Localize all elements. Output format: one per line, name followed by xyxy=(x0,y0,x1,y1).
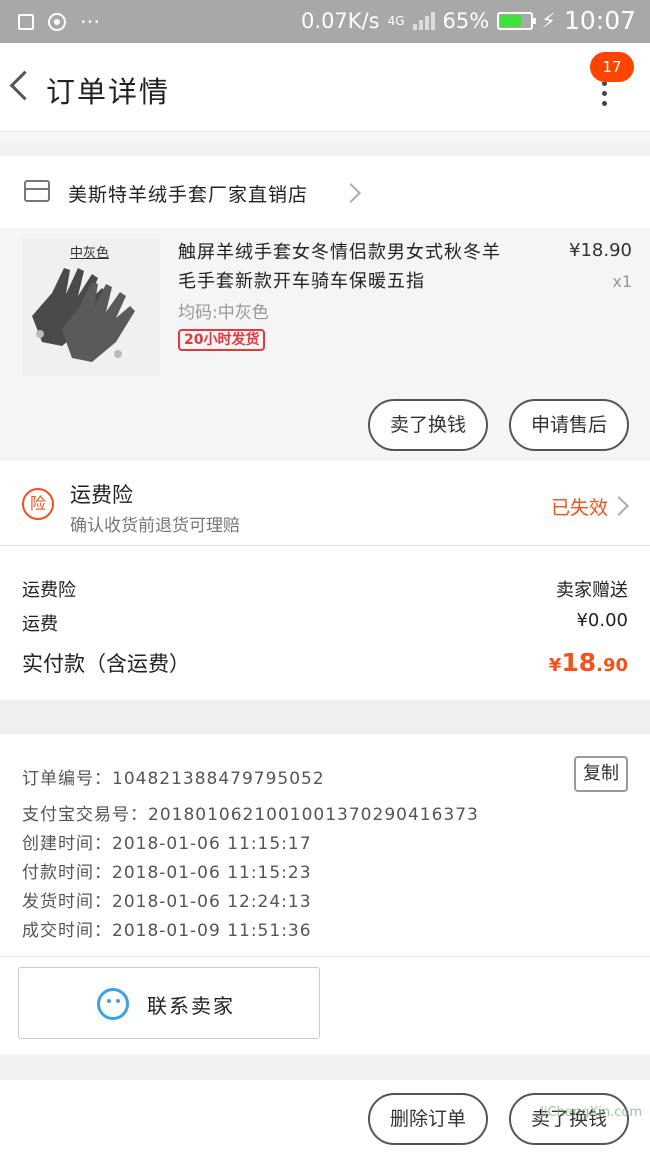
chevron-right-icon xyxy=(609,496,629,516)
contact-seller-label: 联系卖家 xyxy=(147,994,235,1018)
page-title: 订单详情 xyxy=(46,75,171,109)
delete-order-button[interactable]: 删除订单 xyxy=(368,1093,488,1145)
fee-label: 运费 xyxy=(22,614,58,635)
more-notifications-icon: ··· xyxy=(80,10,101,34)
fee-value: 卖家赠送 xyxy=(556,580,628,601)
network-speed: 0.07K/s xyxy=(301,8,380,33)
notification-badge: 17 xyxy=(590,52,634,82)
total-decimal: .90 xyxy=(596,655,628,676)
shop-name: 美斯特羊绒手套厂家直销店 xyxy=(68,184,309,206)
store-icon xyxy=(24,180,50,202)
thumbnail-tag: 中灰色 xyxy=(70,246,110,261)
battery-icon xyxy=(497,11,537,30)
order-info: 订单编号：104821388479795052 复制 支付宝交易号：201801… xyxy=(0,734,650,1054)
sell-for-cash-button[interactable]: 卖了换钱 xyxy=(368,399,488,451)
divider xyxy=(0,956,650,957)
copy-button[interactable]: 复制 xyxy=(574,756,628,792)
fee-label: 运费险 xyxy=(22,580,76,601)
created-time: 创建时间：2018-01-06 11:15:17 xyxy=(22,834,312,854)
fee-row-insurance: 运费险 卖家赠送 xyxy=(22,576,628,602)
more-menu-icon[interactable] xyxy=(602,81,608,111)
record-icon xyxy=(48,13,66,31)
total-value: ¥18.90 xyxy=(549,648,628,677)
total-integer: 18 xyxy=(561,648,597,677)
insurance-icon: 险 xyxy=(22,488,54,520)
header-divider xyxy=(0,131,650,140)
chevron-right-icon xyxy=(341,183,361,203)
fee-row-shipping: 运费 ¥0.00 xyxy=(22,610,628,636)
signal-icon xyxy=(412,11,435,30)
status-left-icons: ··· xyxy=(18,10,100,34)
gallery-icon xyxy=(18,14,34,30)
product-thumbnail[interactable]: 中灰色 xyxy=(22,238,160,376)
shipping-tag: 20小时发货 xyxy=(178,329,266,351)
product-sku: 均码:中灰色 xyxy=(178,303,269,323)
shipping-insurance-row[interactable]: 险 运费险 确认收货前退货可理赔 已失效 xyxy=(0,461,650,546)
chat-icon xyxy=(97,988,129,1020)
after-sale-button[interactable]: 申请售后 xyxy=(509,399,629,451)
fee-summary: 运费险 卖家赠送 运费 ¥0.00 实付款（含运费） ¥18.90 xyxy=(0,546,650,700)
insurance-status: 已失效 xyxy=(550,497,608,519)
status-right: 0.07K/s 4G 65% ⚡ 10:07 xyxy=(301,6,636,35)
battery-percent: 65% xyxy=(442,8,490,33)
order-item[interactable]: 中灰色 触屏羊绒手套女冬情侣款男女式秋冬羊毛手套新款开车骑车保暖五指 ¥18.9… xyxy=(0,228,650,461)
order-number: 订单编号：104821388479795052 xyxy=(22,769,325,789)
fee-value: ¥0.00 xyxy=(576,610,628,631)
total-label: 实付款（含运费） xyxy=(22,652,190,676)
watermark: JiChengXin.com xyxy=(540,1105,642,1120)
product-quantity: x1 xyxy=(612,272,632,291)
shipped-time: 发货时间：2018-01-06 12:24:13 xyxy=(22,892,312,912)
section-gap xyxy=(0,700,650,734)
app-header: 订单详情 xyxy=(0,43,650,131)
insurance-subtitle: 确认收货前退货可理赔 xyxy=(70,516,240,536)
shop-row[interactable]: 美斯特羊绒手套厂家直销店 xyxy=(0,156,650,228)
network-type: 4G xyxy=(387,13,405,28)
clock: 10:07 xyxy=(563,6,636,35)
contact-seller-button[interactable]: 联系卖家 xyxy=(18,967,320,1039)
insurance-title: 运费险 xyxy=(70,483,133,507)
product-price: ¥18.90 xyxy=(569,240,632,261)
alipay-trade-number: 支付宝交易号：2018010621001001370290416373 xyxy=(22,805,479,825)
product-title[interactable]: 触屏羊绒手套女冬情侣款男女式秋冬羊毛手套新款开车骑车保暖五指 xyxy=(178,238,518,296)
completed-time: 成交时间：2018-01-09 11:51:36 xyxy=(22,921,312,941)
total-currency: ¥ xyxy=(548,655,562,676)
fee-row-total: 实付款（含运费） ¥18.90 xyxy=(22,648,628,678)
status-bar: ··· 0.07K/s 4G 65% ⚡ 10:07 xyxy=(0,0,650,43)
charging-icon: ⚡ xyxy=(541,8,556,33)
paid-time: 付款时间：2018-01-06 11:15:23 xyxy=(22,863,312,883)
back-arrow-icon[interactable] xyxy=(9,70,40,101)
